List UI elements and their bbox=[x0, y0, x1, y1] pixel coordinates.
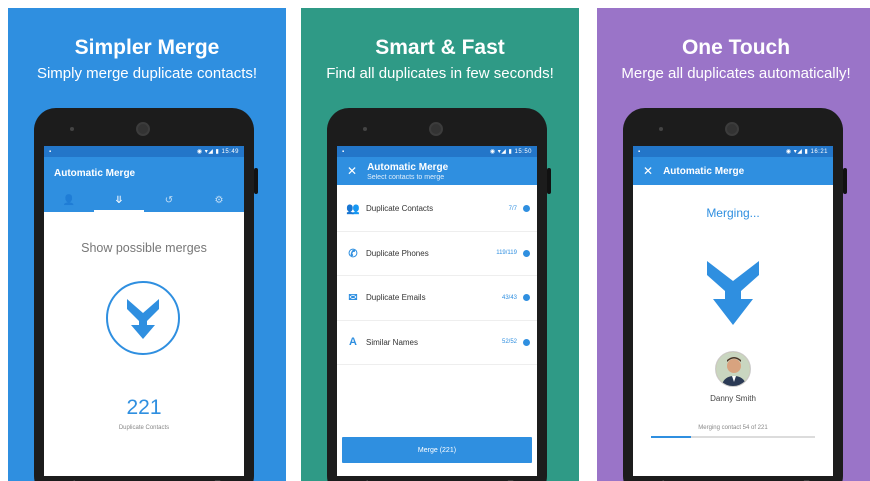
list-item-count: 119/119 bbox=[496, 250, 517, 257]
panel-subline: Find all duplicates in few seconds! bbox=[326, 65, 554, 82]
name-icon: A bbox=[349, 336, 357, 349]
panel-subline: Simply merge duplicate contacts! bbox=[36, 65, 258, 82]
phone-speaker bbox=[429, 122, 443, 136]
list-item-label: Duplicate Emails bbox=[366, 293, 426, 303]
list-item-duplicate-contacts[interactable]: 👥 Duplicate Contacts 7/7 bbox=[337, 187, 537, 232]
contacts-icon: 👥 bbox=[346, 203, 360, 216]
merge-button[interactable]: Merge (221) bbox=[342, 437, 532, 463]
app-title: Automatic Merge bbox=[663, 165, 745, 177]
phone-screen: ▪ ◉ ▾◢ ▮ 15:49 Automatic Merge 👤 ⤋ ↺ ⚙ S… bbox=[44, 146, 244, 476]
app-title: Automatic Merge bbox=[54, 168, 136, 179]
phone-side-button bbox=[254, 168, 258, 194]
camera-dot bbox=[659, 127, 663, 131]
promo-panel-one-touch: One Touch Merge all duplicates automatic… bbox=[597, 8, 870, 481]
phone-side-button bbox=[843, 168, 847, 194]
list-item-similar-names[interactable]: A Similar Names 52/52 bbox=[337, 321, 537, 365]
selected-check-icon[interactable] bbox=[523, 205, 530, 213]
notification-icon: ▪ bbox=[49, 148, 52, 155]
status-time: 16:21 bbox=[810, 149, 828, 155]
app-title: Automatic Merge bbox=[367, 161, 449, 173]
phone-speaker bbox=[725, 122, 739, 136]
status-icons: ◉ ▾◢ ▮ bbox=[196, 149, 220, 155]
person-photo-icon bbox=[716, 352, 750, 386]
status-icons: ◉ ▾◢ ▮ bbox=[785, 149, 809, 155]
app-bar: ✕ Automatic Merge bbox=[633, 157, 833, 185]
panel-headline: Simpler Merge bbox=[74, 36, 220, 59]
phone-speaker bbox=[136, 122, 150, 136]
tab-person-icon[interactable]: 👤 bbox=[44, 192, 94, 212]
list-item-count: 52/52 bbox=[501, 339, 517, 346]
email-icon: ✉ bbox=[348, 292, 358, 305]
phone-mockup: ▪ ◉ ▾◢ ▮ 15:50 ✕ Automatic Merge Select … bbox=[327, 108, 551, 481]
duplicate-count: 221 bbox=[126, 396, 162, 419]
phone-screen: ▪ ◉ ▾◢ ▮ 16:21 ✕ Automatic Merge Merging… bbox=[633, 146, 833, 476]
show-possible-merges-label: Show possible merges bbox=[81, 241, 207, 255]
panel-headline: One Touch bbox=[681, 36, 791, 59]
merge-circle-button[interactable] bbox=[106, 281, 180, 355]
tab-bar: 👤 ⤋ ↺ ⚙ bbox=[44, 192, 244, 212]
status-bar: ▪ ◉ ▾◢ ▮ 15:49 bbox=[44, 146, 244, 157]
panel-subline: Merge all duplicates automatically! bbox=[621, 65, 851, 82]
notification-icon: ▪ bbox=[638, 148, 641, 155]
merge-arrows-icon bbox=[127, 299, 159, 339]
tab-merge-icon[interactable]: ⤋ bbox=[94, 192, 144, 212]
promo-panel-simpler-merge: Simpler Merge Simply merge duplicate con… bbox=[8, 8, 286, 481]
list-item-label: Similar Names bbox=[366, 337, 419, 347]
list-item-duplicate-emails[interactable]: ✉ Duplicate Emails 43/43 bbox=[337, 276, 537, 321]
app-bar: ✕ Automatic Merge Select contacts to mer… bbox=[337, 157, 537, 185]
status-bar: ▪ ◉ ▾◢ ▮ 15:50 bbox=[337, 146, 537, 157]
camera-dot bbox=[363, 127, 367, 131]
duplicate-category-list: 👥 Duplicate Contacts 7/7 ✆ Duplicate Pho… bbox=[337, 187, 537, 365]
progress-bar-fill bbox=[651, 436, 692, 438]
tab-settings-gear-icon[interactable]: ⚙ bbox=[194, 192, 244, 212]
app-subtitle: Select contacts to merge bbox=[367, 173, 445, 181]
selected-check-icon[interactable] bbox=[523, 249, 530, 257]
selected-check-icon[interactable] bbox=[523, 338, 530, 346]
selected-check-icon[interactable] bbox=[523, 294, 530, 302]
merge-arrow-icon bbox=[707, 261, 759, 325]
contact-name: Danny Smith bbox=[710, 394, 756, 403]
phone-icon: ✆ bbox=[348, 247, 358, 260]
status-icons: ◉ ▾◢ ▮ bbox=[489, 149, 513, 155]
panel-headline: Smart & Fast bbox=[375, 36, 505, 59]
duplicate-count-label: Duplicate Contacts bbox=[118, 425, 170, 431]
list-item-label: Duplicate Contacts bbox=[366, 204, 434, 214]
status-time: 15:49 bbox=[221, 149, 239, 155]
phone-mockup: ▪ ◉ ▾◢ ▮ 15:49 Automatic Merge 👤 ⤋ ↺ ⚙ S… bbox=[34, 108, 258, 481]
phone-side-button bbox=[547, 168, 551, 194]
app-bar: Automatic Merge 👤 ⤋ ↺ ⚙ bbox=[44, 157, 244, 212]
promo-panel-smart-fast: Smart & Fast Find all duplicates in few … bbox=[301, 8, 579, 481]
avatar bbox=[715, 351, 751, 387]
phone-screen: ▪ ◉ ▾◢ ▮ 15:50 ✕ Automatic Merge Select … bbox=[337, 146, 537, 476]
close-icon[interactable]: ✕ bbox=[347, 164, 357, 178]
tab-history-icon[interactable]: ↺ bbox=[144, 192, 194, 212]
merging-status: Merging... bbox=[706, 206, 760, 220]
status-time: 15:50 bbox=[514, 149, 532, 155]
progress-label: Merging contact 54 of 221 bbox=[698, 425, 768, 431]
list-item-count: 7/7 bbox=[508, 205, 517, 212]
camera-dot bbox=[70, 127, 74, 131]
phone-mockup: ▪ ◉ ▾◢ ▮ 16:21 ✕ Automatic Merge Merging… bbox=[623, 108, 847, 481]
status-bar: ▪ ◉ ▾◢ ▮ 16:21 bbox=[633, 146, 833, 157]
list-item-count: 43/43 bbox=[501, 294, 517, 301]
list-item-label: Duplicate Phones bbox=[366, 248, 429, 258]
close-icon[interactable]: ✕ bbox=[643, 164, 653, 178]
progress-bar bbox=[651, 436, 815, 438]
notification-icon: ▪ bbox=[342, 148, 345, 155]
list-item-duplicate-phones[interactable]: ✆ Duplicate Phones 119/119 bbox=[337, 232, 537, 276]
